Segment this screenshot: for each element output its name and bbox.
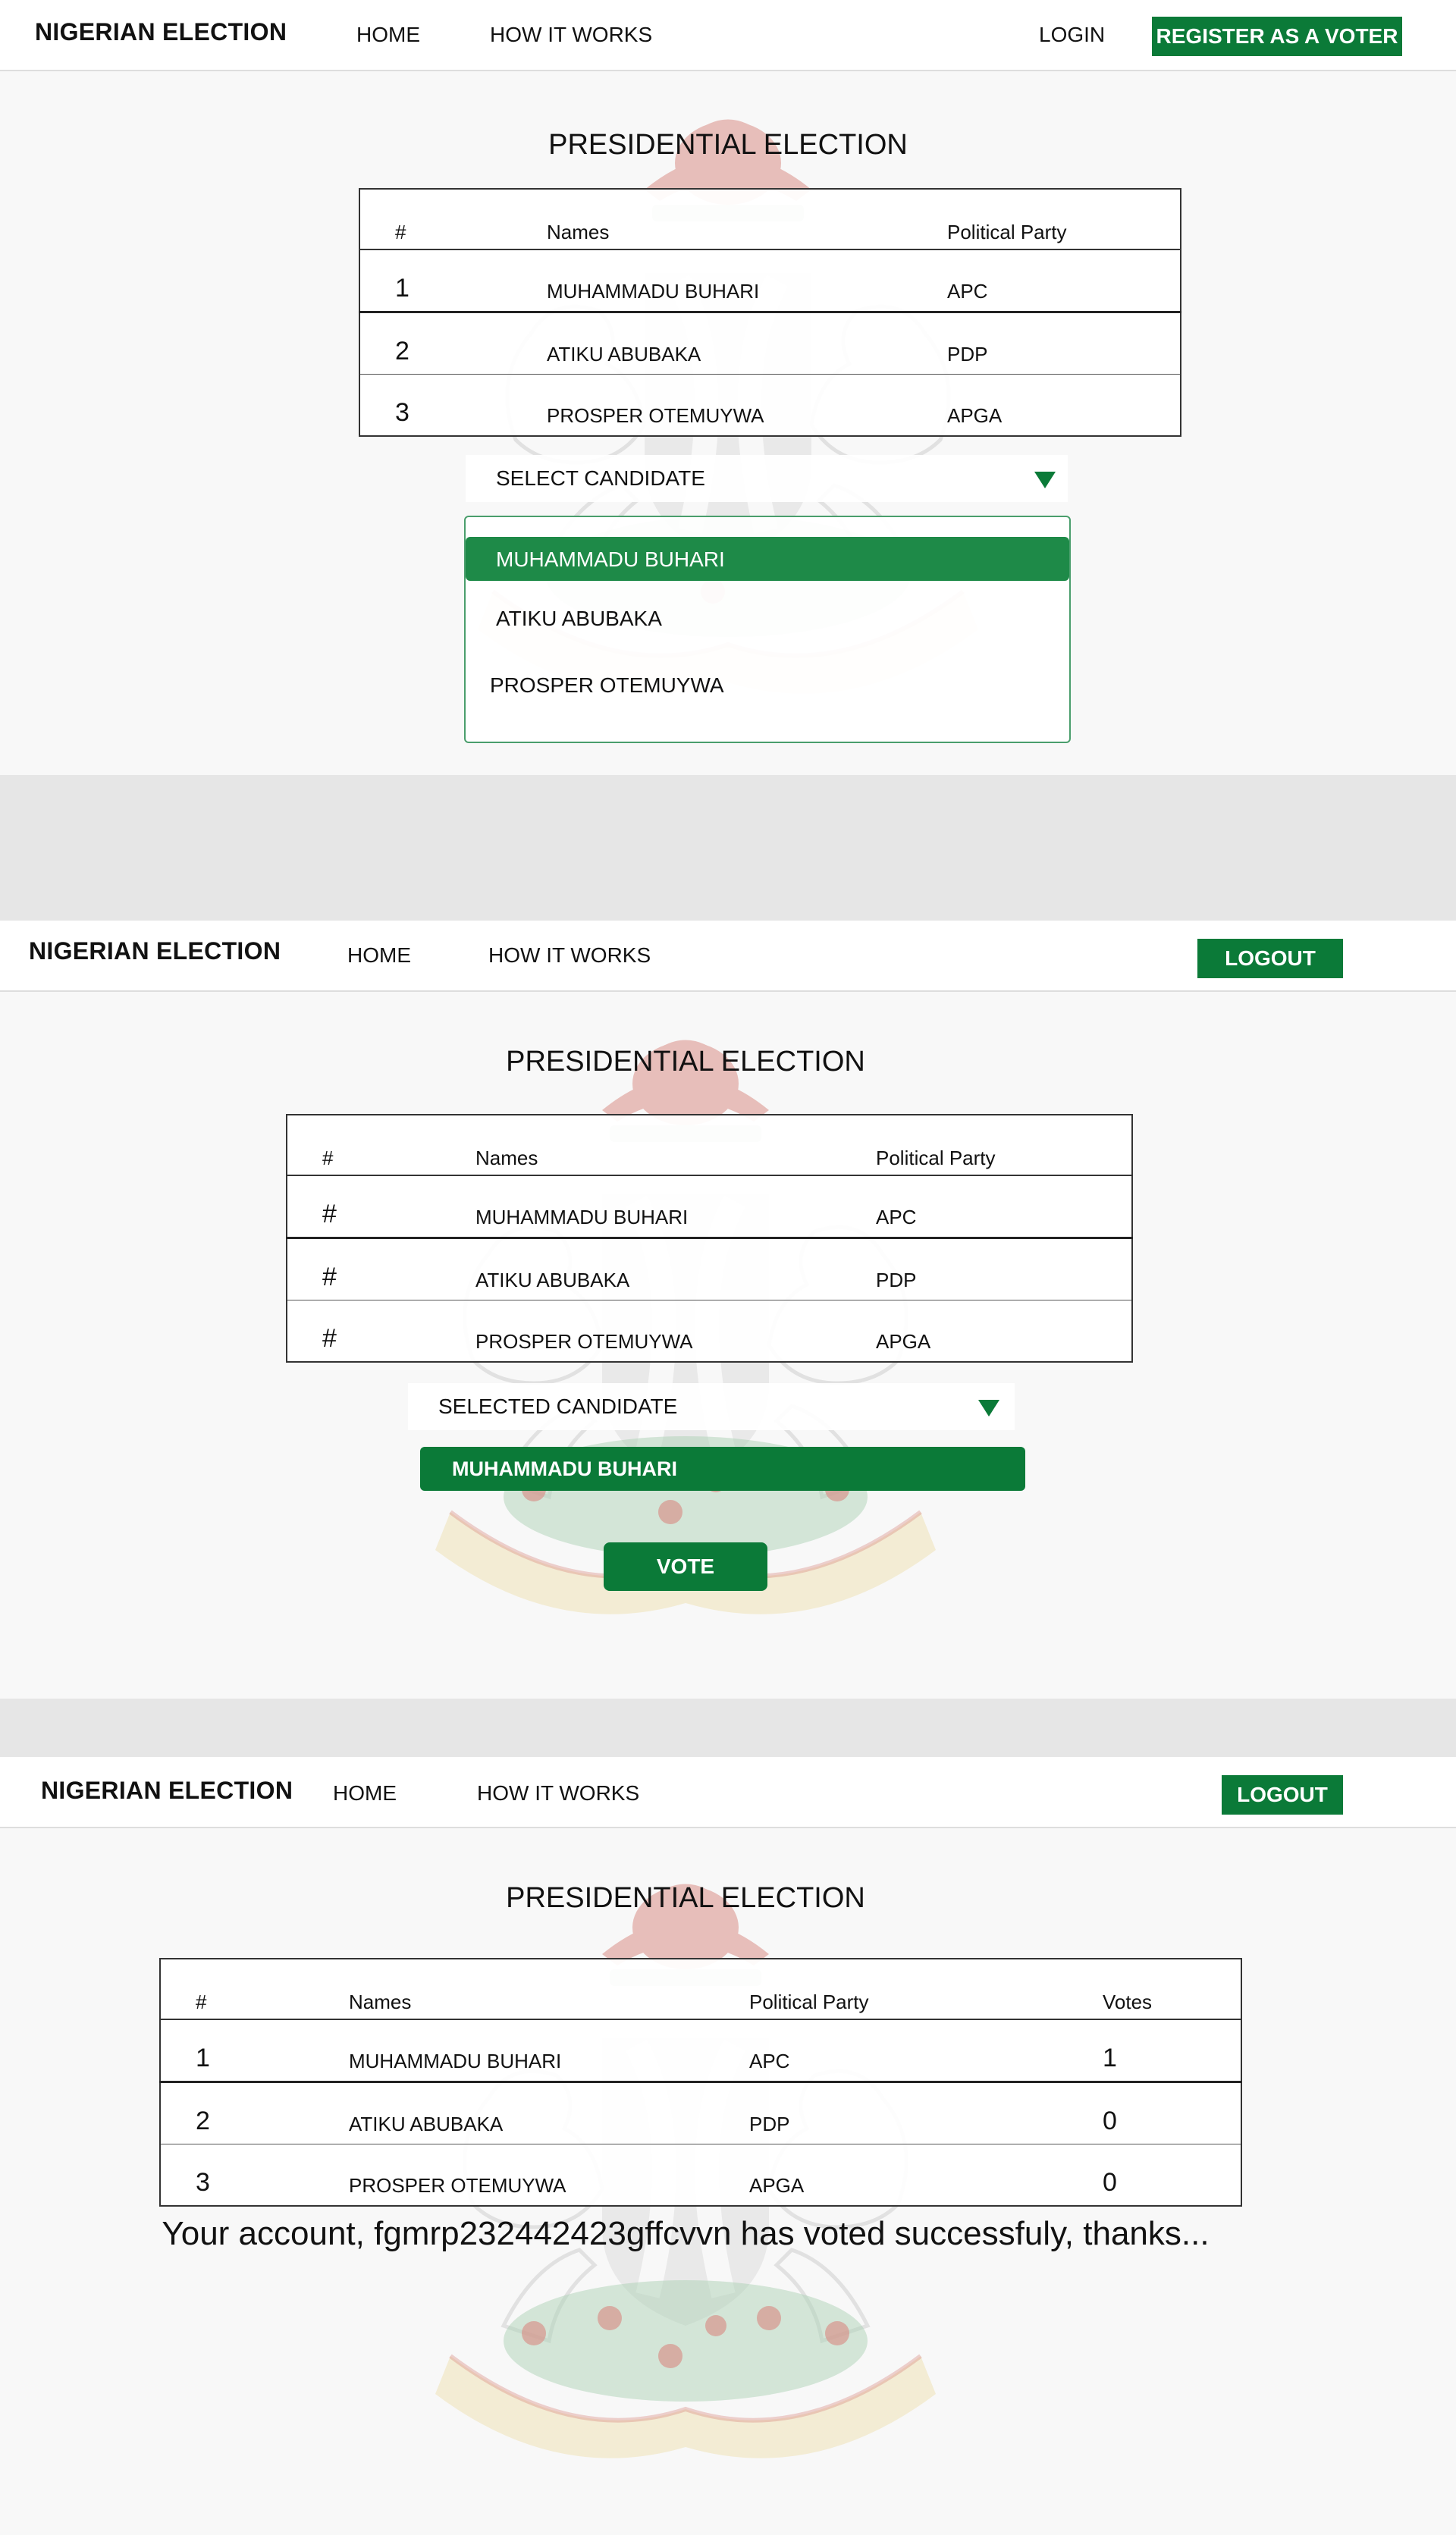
table-row: 2 ATIKU ABUBAKA PDP 0 <box>160 2082 1241 2144</box>
col-hash: # <box>160 1959 349 2020</box>
col-hash: # <box>359 189 547 250</box>
nav-home[interactable]: HOME <box>356 23 420 47</box>
row-number: 2 <box>160 2082 349 2144</box>
candidate-name: MUHAMMADU BUHARI <box>547 249 947 313</box>
navbar: NIGERIAN ELECTION HOME HOW IT WORKS LOGI… <box>0 0 1456 71</box>
login-screen: NIGERIAN ELECTION HOME HOW IT WORKS LOGI… <box>0 0 1456 775</box>
table-row: 1 MUHAMMADU BUHARI APC 1 <box>160 2019 1241 2083</box>
vote-count: 0 <box>1103 2082 1241 2144</box>
table-row[interactable]: 2 ATIKU ABUBAKA PDP <box>359 312 1181 375</box>
candidate-name: PROSPER OTEMUYWA <box>349 2174 566 2197</box>
dropdown-option[interactable]: PROSPER OTEMUYWA <box>490 673 724 698</box>
candidate-party: APC <box>749 2019 1103 2083</box>
candidate-name: MUHAMMADU BUHARI <box>349 2019 749 2083</box>
nav-home[interactable]: HOME <box>333 1781 397 1806</box>
row-marker: # <box>287 1175 475 1239</box>
selected-candidate-label: MUHAMMADU BUHARI <box>452 1457 677 1480</box>
candidate-party: PDP <box>749 2082 1103 2144</box>
navbar: NIGERIAN ELECTION HOME HOW IT WORKS LOGO… <box>0 921 1456 992</box>
row-number: 3 <box>395 398 410 427</box>
col-party: Political Party <box>876 1115 1132 1176</box>
candidate-party: APGA <box>749 2174 805 2197</box>
register-button[interactable]: REGISTER AS A VOTER <box>1152 17 1402 56</box>
candidate-dropdown: MUHAMMADU BUHARI ATIKU ABUBAKA PROSPER O… <box>464 516 1071 743</box>
select-label: SELECTED CANDIDATE <box>438 1395 678 1418</box>
candidate-party: PDP <box>947 312 1181 375</box>
candidate-select[interactable]: SELECT CANDIDATE <box>466 455 1068 502</box>
candidates-table: # Names Political Party # MUHAMMADU BUHA… <box>286 1114 1133 1363</box>
nav-how-it-works[interactable]: HOW IT WORKS <box>477 1781 639 1806</box>
candidate-party: APGA <box>947 404 1003 427</box>
page-title: PRESIDENTIAL ELECTION <box>506 1046 865 1078</box>
nav-how-it-works[interactable]: HOW IT WORKS <box>490 23 652 47</box>
candidate-name: ATIKU ABUBAKA <box>349 2082 749 2144</box>
candidate-party: APGA <box>876 1330 931 1353</box>
dropdown-option-selected[interactable]: MUHAMMADU BUHARI <box>466 537 1069 581</box>
brand-logo[interactable]: NIGERIAN ELECTION <box>41 1777 293 1805</box>
brand-logo[interactable]: NIGERIAN ELECTION <box>35 18 287 46</box>
nav-login[interactable]: LOGIN <box>1039 23 1105 47</box>
row-number: 2 <box>359 312 547 375</box>
col-names: Names <box>475 1115 876 1176</box>
logout-button[interactable]: LOGOUT <box>1222 1775 1343 1815</box>
col-party: Political Party <box>947 189 1181 250</box>
table-row[interactable]: # PROSPER OTEMUYWA APGA <box>287 1300 1132 1363</box>
vote-count: 0 <box>1103 2168 1117 2197</box>
select-label: SELECT CANDIDATE <box>496 466 705 490</box>
table-header-row: # Names Political Party <box>359 189 1181 250</box>
col-names: Names <box>547 189 947 250</box>
candidates-table: # Names Political Party 1 MUHAMMADU BUHA… <box>359 188 1181 437</box>
dropdown-option[interactable]: ATIKU ABUBAKA <box>496 607 662 631</box>
success-message: Your account, fgmrp232442423gffcvvn has … <box>162 2215 1210 2252</box>
candidate-name: PROSPER OTEMUYWA <box>547 404 764 427</box>
row-marker: # <box>322 1324 337 1353</box>
results-table: # Names Political Party Votes 1 MUHAMMAD… <box>159 1958 1242 2207</box>
candidate-party: APC <box>947 249 1181 313</box>
candidate-name: ATIKU ABUBAKA <box>547 312 947 375</box>
candidate-name: MUHAMMADU BUHARI <box>475 1175 876 1239</box>
logout-button[interactable]: LOGOUT <box>1197 939 1343 978</box>
col-party: Political Party <box>749 1959 1103 2020</box>
row-marker: # <box>287 1238 475 1300</box>
table-row[interactable]: 3 PROSPER OTEMUYWA APGA <box>359 375 1181 437</box>
col-votes: Votes <box>1103 1959 1241 2020</box>
row-number: 1 <box>160 2019 349 2083</box>
table-row[interactable]: # MUHAMMADU BUHARI APC <box>287 1175 1132 1239</box>
candidate-name: PROSPER OTEMUYWA <box>475 1330 693 1353</box>
table-row[interactable]: 1 MUHAMMADU BUHARI APC <box>359 249 1181 313</box>
brand-logo[interactable]: NIGERIAN ELECTION <box>29 937 281 965</box>
table-header-row: # Names Political Party <box>287 1115 1132 1176</box>
vote-button[interactable]: VOTE <box>604 1542 767 1591</box>
vote-count: 1 <box>1103 2019 1241 2083</box>
row-number: 1 <box>359 249 547 313</box>
nav-how-it-works[interactable]: HOW IT WORKS <box>488 943 651 968</box>
row-number: 3 <box>196 2168 210 2197</box>
table-header-row: # Names Political Party Votes <box>160 1959 1241 2020</box>
candidate-select[interactable]: SELECTED CANDIDATE <box>408 1383 1015 1430</box>
candidate-name: ATIKU ABUBAKA <box>475 1238 876 1300</box>
candidate-party: APC <box>876 1175 1132 1239</box>
nav-home[interactable]: HOME <box>347 943 411 968</box>
col-hash: # <box>287 1115 475 1176</box>
page-title: PRESIDENTIAL ELECTION <box>548 129 908 161</box>
col-names: Names <box>349 1959 749 2020</box>
page-title: PRESIDENTIAL ELECTION <box>506 1882 865 1914</box>
candidate-party: PDP <box>876 1238 1132 1300</box>
table-row[interactable]: # ATIKU ABUBAKA PDP <box>287 1238 1132 1300</box>
option-label: MUHAMMADU BUHARI <box>496 547 725 571</box>
table-row: 3 PROSPER OTEMUYWA APGA 0 <box>160 2144 1241 2207</box>
caret-down-icon[interactable] <box>978 1400 999 1417</box>
selected-candidate-chip[interactable]: MUHAMMADU BUHARI <box>420 1447 1025 1491</box>
results-screen: NIGERIAN ELECTION HOME HOW IT WORKS LOGO… <box>0 1757 1456 2535</box>
vote-screen: NIGERIAN ELECTION HOME HOW IT WORKS LOGO… <box>0 921 1456 1699</box>
caret-down-icon[interactable] <box>1034 472 1056 488</box>
navbar: NIGERIAN ELECTION HOME HOW IT WORKS LOGO… <box>0 1757 1456 1828</box>
